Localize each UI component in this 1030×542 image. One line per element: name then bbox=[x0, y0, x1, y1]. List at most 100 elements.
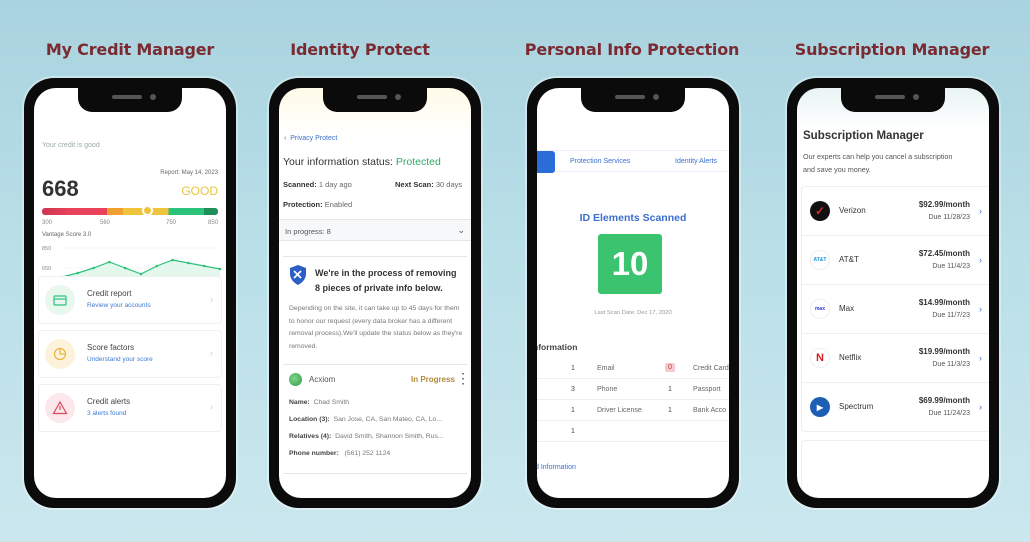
credit-rating: GOOD bbox=[181, 184, 218, 198]
subscription-item[interactable]: N Netflix $19.99/month Due 11/3/23 › bbox=[802, 334, 989, 383]
phone-notch bbox=[841, 88, 945, 112]
subscription-item[interactable]: max Max $14.99/month Due 11/7/23 › bbox=[802, 285, 989, 334]
last-scan-date: Last Scan Date: Dec 17, 2020 bbox=[594, 310, 672, 316]
data-broker-card: Acxiom In Progress · · · Name: Chad Smith … bbox=[283, 364, 467, 474]
subscription-item[interactable]: ✓ Verizon $92.99/month Due 11/28/23 › bbox=[802, 187, 989, 236]
type-cell: Driver License bbox=[597, 407, 642, 414]
score-point bbox=[171, 258, 174, 262]
count-cell: 1 bbox=[571, 365, 575, 372]
chevron-right-icon: › bbox=[979, 255, 982, 265]
back-link-label: Privacy Protect bbox=[290, 135, 338, 142]
count-cell: 1 bbox=[668, 407, 672, 414]
score-point bbox=[108, 260, 111, 264]
max-logo-icon: max bbox=[810, 299, 830, 319]
chevron-right-icon: › bbox=[210, 294, 213, 304]
tab-protection-services[interactable]: Protection Services bbox=[570, 158, 630, 165]
panel-title-subscriptions: Subscription Manager bbox=[794, 40, 990, 59]
dropdown-value: In progress: 8 bbox=[285, 227, 331, 236]
score-point bbox=[76, 271, 80, 275]
subscription-item[interactable]: ▶ Spectrum $69.99/month Due 11/24/23 › bbox=[802, 383, 989, 432]
score-point bbox=[155, 264, 159, 268]
score-model-label: Vantage Score 3.0 bbox=[42, 232, 92, 238]
chevron-down-icon: ⌄ bbox=[457, 225, 465, 235]
shield-tools-icon bbox=[290, 265, 306, 285]
info-table-row: 1 Email 0 Credit Card bbox=[537, 358, 729, 379]
status-label: Your information status: bbox=[283, 156, 393, 168]
att-logo-icon: AT&T bbox=[810, 250, 830, 270]
subscription-name: Max bbox=[839, 304, 855, 313]
card-subtitle[interactable]: Understand your score bbox=[87, 356, 153, 363]
report-date: Report: May 14, 2023 bbox=[160, 170, 218, 176]
information-link[interactable]: d Information bbox=[537, 464, 576, 471]
tab-bar: Protection Services Identity Alerts bbox=[537, 150, 729, 173]
netflix-logo-icon: N bbox=[810, 348, 830, 368]
back-link[interactable]: ‹ Privacy Protect bbox=[284, 135, 337, 142]
phone-notch bbox=[581, 88, 685, 112]
warning-icon bbox=[45, 393, 75, 423]
range-tick: 300 bbox=[42, 220, 53, 226]
broker-row-name: Name: Chad Smith bbox=[289, 399, 350, 406]
spectrum-logo-icon: ▶ bbox=[810, 397, 830, 417]
broker-row-phone: Phone number: (561) 252 1124 bbox=[289, 450, 391, 457]
broker-name: Acxiom bbox=[309, 375, 336, 384]
credit-headline: Your credit is good bbox=[42, 142, 100, 149]
range-tick: 560 bbox=[100, 220, 111, 226]
subscription-list: ✓ Verizon $92.99/month Due 11/28/23 › AT&… bbox=[801, 186, 989, 432]
secondary-card bbox=[801, 440, 989, 498]
tab-identity-alerts[interactable]: Identity Alerts bbox=[675, 158, 717, 165]
credit-card-item[interactable]: Credit alerts 3 alerts found › bbox=[38, 384, 222, 432]
subscription-name: AT&T bbox=[839, 255, 859, 264]
tab-active[interactable] bbox=[537, 151, 555, 173]
score-marker bbox=[142, 205, 154, 216]
subscription-due: Due 11/28/23 bbox=[928, 214, 970, 221]
score-point bbox=[218, 267, 222, 271]
card-title: Credit alerts bbox=[87, 397, 131, 406]
id-elements-title: ID Elements Scanned bbox=[579, 212, 687, 224]
more-options-icon[interactable]: · · · bbox=[462, 370, 465, 390]
type-cell: Passport bbox=[693, 386, 721, 393]
subscription-item[interactable]: AT&T AT&T $72.45/month Due 11/4/23 › bbox=[802, 236, 989, 285]
credit-card-icon bbox=[45, 285, 75, 315]
card-subtitle[interactable]: Review your accounts bbox=[87, 302, 151, 309]
card-title: Score factors bbox=[87, 343, 135, 352]
removal-heading: We're in the process of removing 8 pieces… bbox=[315, 268, 457, 293]
subscription-description: Our experts can help you cancel a subscr… bbox=[803, 152, 953, 174]
id-elements-count: 10 bbox=[598, 234, 662, 294]
credit-card-item[interactable]: Score factors Understand your score › bbox=[38, 330, 222, 378]
panel-title-credit: My Credit Manager bbox=[45, 40, 215, 59]
credit-card-item[interactable]: Credit report Review your accounts › bbox=[38, 276, 222, 324]
subscription-name: Verizon bbox=[839, 206, 866, 215]
subscription-price: $69.99/month bbox=[918, 396, 970, 405]
panel-title-personal: Personal Info Protection bbox=[524, 40, 740, 59]
removal-description: Depending on the site, it can take up to… bbox=[289, 305, 463, 350]
card-subtitle[interactable]: 3 alerts found bbox=[87, 410, 126, 417]
progress-dropdown[interactable]: In progress: 8 ⌄ bbox=[279, 219, 471, 241]
info-table-row: 1 Driver License 1 Bank Acco bbox=[537, 400, 729, 421]
info-table: 1 Email 0 Credit Card 3 Phone 1 Passport 1… bbox=[537, 358, 729, 442]
subscription-price: $19.99/month bbox=[918, 347, 970, 356]
subscription-due: Due 11/7/23 bbox=[932, 312, 970, 319]
chevron-right-icon: › bbox=[210, 348, 213, 358]
phone-screen: Protection Services Identity Alerts ID E… bbox=[537, 88, 729, 498]
range-tick: 750 bbox=[166, 220, 177, 226]
pie-chart-icon bbox=[45, 339, 75, 369]
subscription-price: $72.45/month bbox=[918, 249, 970, 258]
verizon-logo-icon: ✓ bbox=[810, 201, 830, 221]
subscription-title: Subscription Manager bbox=[803, 130, 924, 142]
phone-credit-manager: Your credit is good Report: May 14, 2023… bbox=[24, 78, 236, 508]
score-point bbox=[92, 266, 95, 270]
phone-screen: Your credit is good Report: May 14, 2023… bbox=[34, 88, 226, 498]
scanned-field: Scanned: 1 day ago bbox=[283, 180, 352, 189]
phone-screen: ‹ Privacy Protect Your information statu… bbox=[279, 88, 471, 498]
info-table-row: 3 Phone 1 Passport bbox=[537, 379, 729, 400]
next-scan-field: Next Scan: 30 days bbox=[395, 180, 463, 189]
chevron-right-icon: › bbox=[979, 206, 982, 216]
card-title: Credit report bbox=[87, 289, 132, 298]
type-cell: Phone bbox=[597, 386, 618, 393]
type-cell: Credit Card bbox=[693, 365, 729, 372]
information-heading: nformation bbox=[537, 342, 578, 352]
removal-notice: We're in the process of removing 8 pieces… bbox=[283, 256, 467, 360]
y-tick-label: 650 bbox=[42, 266, 51, 272]
count-cell: 0 bbox=[665, 363, 675, 372]
count-cell: 1 bbox=[571, 428, 575, 435]
